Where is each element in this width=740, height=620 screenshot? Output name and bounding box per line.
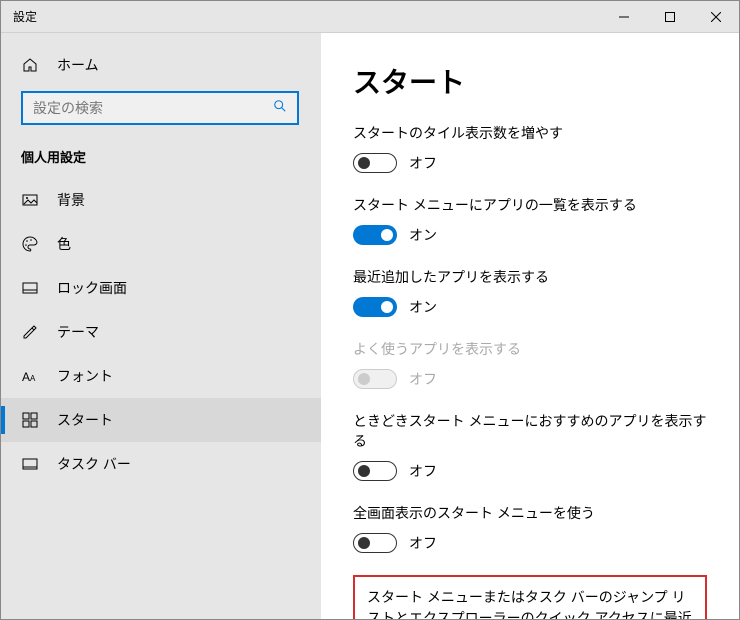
sidebar-item-background[interactable]: 背景 bbox=[1, 178, 321, 222]
search-wrap bbox=[1, 85, 321, 139]
toggle-row: オフ bbox=[353, 153, 707, 173]
sidebar-item-label: フォント bbox=[57, 366, 113, 386]
sidebar-item-label: スタート bbox=[57, 410, 113, 430]
svg-text:A: A bbox=[22, 370, 30, 384]
maximize-button[interactable] bbox=[647, 1, 693, 32]
sidebar-item-start[interactable]: スタート bbox=[1, 398, 321, 442]
sidebar: ホーム 個人用設定 背景 色 ロック画面 テーマ bbox=[1, 33, 321, 619]
minimize-icon bbox=[619, 12, 629, 22]
sidebar-item-lockscreen[interactable]: ロック画面 bbox=[1, 266, 321, 310]
palette-icon bbox=[21, 235, 39, 253]
theme-icon bbox=[21, 323, 39, 341]
toggle-state-text: オフ bbox=[409, 153, 437, 173]
setting-app-list: スタート メニューにアプリの一覧を表示する オン bbox=[353, 195, 707, 245]
toggle-row: オン bbox=[353, 225, 707, 245]
sidebar-item-label: テーマ bbox=[57, 322, 99, 342]
setting-more-tiles: スタートのタイル表示数を増やす オフ bbox=[353, 123, 707, 173]
sidebar-item-label: 背景 bbox=[57, 190, 85, 210]
svg-text:A: A bbox=[30, 374, 36, 383]
toggle-row: オフ bbox=[353, 369, 707, 389]
window-title: 設定 bbox=[1, 8, 601, 25]
toggle-recently-added[interactable] bbox=[353, 297, 397, 317]
sidebar-item-label: タスク バー bbox=[57, 454, 131, 474]
font-icon: AA bbox=[21, 367, 39, 385]
setting-jumplist: スタート メニューまたはタスク バーのジャンプ リストとエクスプローラーのクイッ… bbox=[367, 587, 693, 619]
titlebar: 設定 bbox=[1, 1, 739, 33]
setting-recently-added: 最近追加したアプリを表示する オン bbox=[353, 267, 707, 317]
toggle-state-text: オン bbox=[409, 297, 437, 317]
content: ホーム 個人用設定 背景 色 ロック画面 テーマ bbox=[1, 33, 739, 619]
setting-label: 全画面表示のスタート メニューを使う bbox=[353, 503, 707, 523]
setting-label: ときどきスタート メニューにおすすめのアプリを表示する bbox=[353, 411, 707, 451]
sidebar-item-fonts[interactable]: AA フォント bbox=[1, 354, 321, 398]
picture-icon bbox=[21, 191, 39, 209]
home-button[interactable]: ホーム bbox=[1, 45, 321, 85]
toggle-state-text: オフ bbox=[409, 533, 437, 553]
sidebar-item-label: 色 bbox=[57, 234, 71, 254]
home-label: ホーム bbox=[57, 55, 99, 75]
close-icon bbox=[711, 12, 721, 22]
setting-label: スタートのタイル表示数を増やす bbox=[353, 123, 707, 143]
toggle-suggestions[interactable] bbox=[353, 461, 397, 481]
toggle-state-text: オフ bbox=[409, 369, 437, 389]
toggle-row: オフ bbox=[353, 533, 707, 553]
minimize-button[interactable] bbox=[601, 1, 647, 32]
toggle-state-text: オフ bbox=[409, 461, 437, 481]
window-controls bbox=[601, 1, 739, 32]
setting-most-used: よく使うアプリを表示する オフ bbox=[353, 339, 707, 389]
sidebar-item-taskbar[interactable]: タスク バー bbox=[1, 442, 321, 486]
toggle-state-text: オン bbox=[409, 225, 437, 245]
toggle-row: オン bbox=[353, 297, 707, 317]
main-panel: スタート スタートのタイル表示数を増やす オフ スタート メニューにアプリの一覧… bbox=[321, 33, 739, 619]
close-button[interactable] bbox=[693, 1, 739, 32]
toggle-most-used bbox=[353, 369, 397, 389]
sidebar-item-label: ロック画面 bbox=[57, 278, 127, 298]
lockscreen-icon bbox=[21, 279, 39, 297]
section-label: 個人用設定 bbox=[1, 139, 321, 178]
search-input[interactable] bbox=[33, 100, 273, 116]
home-icon bbox=[21, 56, 39, 74]
search-icon bbox=[273, 99, 287, 118]
setting-label: よく使うアプリを表示する bbox=[353, 339, 707, 359]
start-icon bbox=[21, 411, 39, 429]
sidebar-item-themes[interactable]: テーマ bbox=[1, 310, 321, 354]
taskbar-icon bbox=[21, 455, 39, 473]
setting-suggestions: ときどきスタート メニューにおすすめのアプリを表示する オフ bbox=[353, 411, 707, 481]
setting-label: 最近追加したアプリを表示する bbox=[353, 267, 707, 287]
maximize-icon bbox=[665, 12, 675, 22]
toggle-fullscreen[interactable] bbox=[353, 533, 397, 553]
highlighted-setting: スタート メニューまたはタスク バーのジャンプ リストとエクスプローラーのクイッ… bbox=[353, 575, 707, 619]
sidebar-item-colors[interactable]: 色 bbox=[1, 222, 321, 266]
search-box[interactable] bbox=[21, 91, 299, 125]
toggle-row: オフ bbox=[353, 461, 707, 481]
toggle-app-list[interactable] bbox=[353, 225, 397, 245]
setting-fullscreen: 全画面表示のスタート メニューを使う オフ bbox=[353, 503, 707, 553]
page-heading: スタート bbox=[353, 61, 707, 101]
setting-label: スタート メニューにアプリの一覧を表示する bbox=[353, 195, 707, 215]
setting-label: スタート メニューまたはタスク バーのジャンプ リストとエクスプローラーのクイッ… bbox=[367, 587, 693, 619]
toggle-more-tiles[interactable] bbox=[353, 153, 397, 173]
